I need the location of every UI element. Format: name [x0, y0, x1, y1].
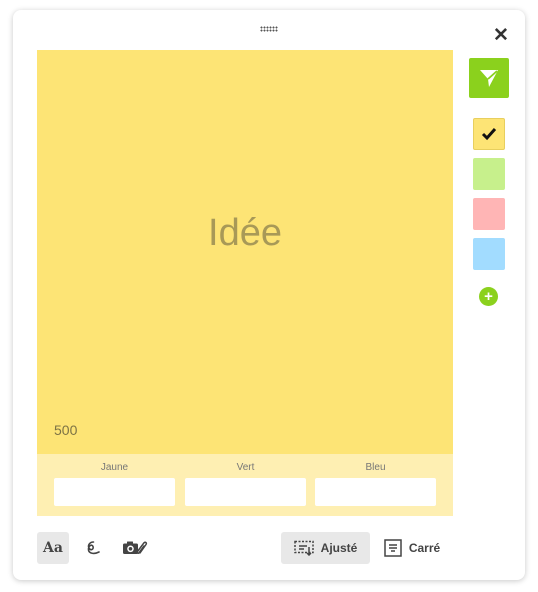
field-bleu: Bleu [315, 462, 436, 506]
checkmark-icon [481, 128, 497, 141]
text-format-button[interactable]: Aa [37, 532, 69, 564]
jaune-input[interactable] [54, 478, 175, 506]
field-label-jaune: Jaune [100, 462, 129, 473]
field-label-bleu: Bleu [365, 462, 386, 473]
fit-label: Ajusté [320, 541, 358, 555]
text-format-icon: Aa [43, 540, 63, 556]
fit-icon [293, 540, 314, 556]
field-jaune: Jaune [54, 462, 175, 506]
fit-button[interactable]: Ajusté [281, 532, 370, 564]
draw-button[interactable] [77, 532, 109, 564]
square-label: Carré [408, 541, 441, 555]
sticky-note-editor: ✕ Idée 500 Jaune Vert Bleu + Aa Ajusté C… [13, 10, 525, 580]
note-text[interactable]: Idée [37, 212, 453, 255]
scribble-icon [87, 541, 100, 555]
drag-handle-icon[interactable] [260, 26, 278, 32]
color-swatch-green[interactable] [473, 158, 505, 190]
camera-paperclip-icon [123, 541, 148, 554]
send-icon [480, 70, 498, 87]
color-fields: Jaune Vert Bleu [37, 454, 453, 516]
character-count: 500 [54, 422, 78, 438]
field-label-vert: Vert [236, 462, 255, 473]
send-button[interactable] [469, 58, 509, 98]
add-color-button[interactable]: + [479, 287, 498, 306]
square-button[interactable]: Carré [379, 532, 445, 564]
bleu-input[interactable] [315, 478, 436, 506]
attach-image-button[interactable] [117, 532, 153, 564]
square-icon [384, 539, 402, 557]
sticky-note[interactable]: Idée 500 [37, 50, 453, 454]
close-icon[interactable]: ✕ [493, 26, 509, 45]
color-swatch-yellow[interactable] [473, 118, 505, 150]
color-swatch-pink[interactable] [473, 198, 505, 230]
field-vert: Vert [185, 462, 306, 506]
vert-input[interactable] [185, 478, 306, 506]
color-swatch-blue[interactable] [473, 238, 505, 270]
